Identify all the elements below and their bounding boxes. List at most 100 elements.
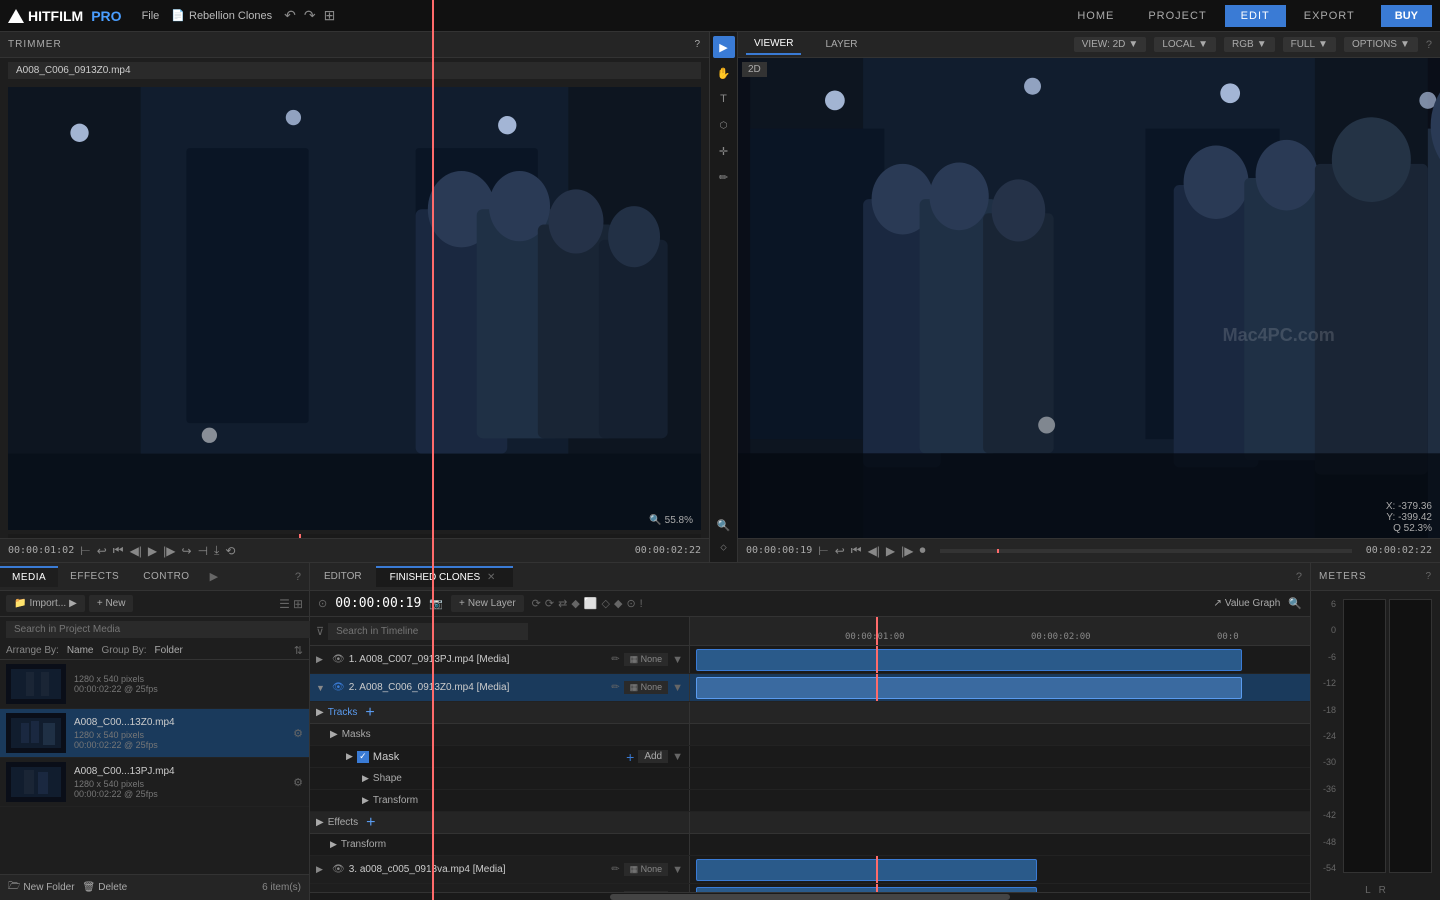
tab-project[interactable]: PROJECT	[1132, 5, 1222, 27]
tl-icon-9[interactable]: !	[640, 598, 643, 610]
trim-btn5[interactable]: ↪	[182, 544, 192, 558]
redo-btn[interactable]: ↷	[304, 7, 316, 24]
masks-expand-icon[interactable]: ▶	[330, 729, 338, 740]
tl-snap-icon[interactable]: ⊙	[318, 597, 327, 610]
list-item[interactable]: A008_C00...13PJ.mp4 1280 x 540 pixels00:…	[0, 758, 309, 807]
effects-add-icon[interactable]: +	[366, 814, 375, 832]
local-btn[interactable]: LOCAL ▼	[1154, 37, 1216, 52]
mask-add-btn[interactable]: Add	[638, 750, 668, 763]
tab-effects[interactable]: EFFECTS	[58, 567, 131, 586]
media-sort-btn[interactable]: ⇅	[294, 644, 303, 657]
vctrl-1[interactable]: ⊢	[818, 544, 828, 558]
track-blend-arrow-1[interactable]: ▼	[672, 654, 683, 666]
tab-media[interactable]: MEDIA	[0, 566, 58, 587]
track-expand-2[interactable]: ▼	[316, 683, 328, 693]
tool-zoom[interactable]: 🔍	[713, 514, 735, 536]
menu-file[interactable]: File	[142, 10, 160, 22]
track-blend-3[interactable]: ▦ None	[624, 863, 669, 876]
group-by-value[interactable]: Folder	[155, 645, 183, 656]
scrollbar-thumb-h[interactable]	[610, 894, 1010, 900]
editor-help-icon[interactable]: ?	[1296, 571, 1302, 583]
media-help-icon[interactable]: ?	[287, 571, 309, 583]
tl-icon-8[interactable]: ⊙	[626, 597, 635, 610]
trim-btn6[interactable]: ⊣	[198, 544, 208, 558]
track-clip-area-3[interactable]	[690, 856, 1310, 883]
track-effects-3[interactable]: ✏	[611, 864, 619, 875]
meters-help-icon[interactable]: ?	[1425, 571, 1432, 582]
tl-magnify-icon[interactable]: 🔍	[1288, 597, 1302, 610]
transform-expand-icon[interactable]: ▶	[362, 795, 369, 806]
trim-btn1[interactable]: ⊢	[80, 544, 90, 558]
new-folder-button[interactable]: 🗁 New Folder	[8, 879, 75, 896]
play-btn[interactable]: ▶	[148, 544, 157, 558]
vctrl-2[interactable]: ↩	[835, 544, 845, 558]
clip-bar-3[interactable]	[696, 859, 1037, 881]
options-btn[interactable]: OPTIONS ▼	[1344, 37, 1418, 52]
tool-extra[interactable]: ⬦	[713, 536, 735, 558]
tracks-expand-icon[interactable]: ▶	[316, 707, 324, 718]
track-expand-3[interactable]: ▶	[316, 864, 328, 875]
tl-icon-1[interactable]: ⟳	[532, 597, 541, 610]
import-button[interactable]: 📁 Import... ▶	[6, 595, 85, 612]
media-gear-icon[interactable]: ⚙	[293, 776, 303, 789]
track-effects-2[interactable]: ✏	[611, 682, 619, 693]
tl-icon-4[interactable]: ◆	[571, 597, 579, 610]
zoom-btn[interactable]: FULL ▼	[1283, 37, 1336, 52]
trimmer-help-icon[interactable]: ?	[694, 39, 701, 50]
tab-more-btn[interactable]: ▶	[202, 570, 226, 583]
track-blend-1[interactable]: ▦ None	[624, 653, 669, 666]
track-eye-2[interactable]: 👁	[332, 682, 345, 693]
transform-section-expand[interactable]: ▶	[330, 839, 337, 850]
editor-tab-finished-clones[interactable]: FINISHED CLONES ✕	[376, 566, 514, 587]
mask-add-arrow[interactable]: ▼	[672, 751, 683, 763]
tl-icon-6[interactable]: ◇	[602, 597, 610, 610]
media-search-input[interactable]	[6, 621, 315, 638]
new-button[interactable]: + New	[89, 595, 134, 612]
shape-expand-icon[interactable]: ▶	[362, 773, 369, 784]
play-step-fwd[interactable]: |▶	[163, 544, 175, 558]
grid-btn[interactable]: ⊞	[324, 7, 336, 24]
tab-edit[interactable]: EDIT	[1225, 5, 1286, 27]
tab-home[interactable]: HOME	[1061, 5, 1130, 27]
clip-bar-2[interactable]	[696, 677, 1242, 699]
viewer-tab-layer[interactable]: LAYER	[817, 35, 865, 54]
track-clip-area-1[interactable]	[690, 646, 1310, 673]
mask-expand-icon[interactable]: ▶	[346, 751, 353, 762]
tool-shape[interactable]: ⬡	[713, 114, 735, 136]
tool-text[interactable]: T	[713, 88, 735, 110]
arrange-by-value[interactable]: Name	[67, 645, 94, 656]
filter-icon[interactable]: ⊽	[316, 625, 324, 638]
track-clip-area-4[interactable]	[690, 884, 1310, 892]
effects-expand-icon[interactable]: ▶	[316, 817, 324, 828]
trim-btn8[interactable]: ⟲	[225, 544, 235, 558]
value-graph-button[interactable]: ↗ Value Graph	[1214, 598, 1281, 609]
track-blend-arrow-2[interactable]: ▼	[672, 682, 683, 694]
vctrl-3[interactable]: ⏮	[851, 543, 862, 558]
trim-btn3[interactable]: ⏮	[113, 543, 124, 558]
timeline-scrollbar-bottom[interactable]	[310, 892, 1310, 900]
timeline-search-input[interactable]	[328, 623, 528, 640]
play-step-back[interactable]: ◀|	[130, 544, 142, 558]
viewer-tab-viewer[interactable]: VIEWER	[746, 34, 801, 55]
tool-move[interactable]: ✛	[713, 140, 735, 162]
trim-btn7[interactable]: ⤓	[214, 543, 219, 558]
mask-add-plus[interactable]: +	[626, 749, 634, 765]
project-name-text[interactable]: Rebellion Clones	[189, 10, 272, 22]
tl-icon-7[interactable]: ◆	[614, 597, 622, 610]
track-blend-2[interactable]: ▦ None	[624, 681, 669, 694]
mask-checkbox[interactable]: ✓	[357, 751, 369, 763]
track-eye-1[interactable]: 👁	[332, 654, 345, 665]
undo-btn[interactable]: ↶	[284, 7, 296, 24]
tool-pen[interactable]: ✏	[713, 166, 735, 188]
view-mode-btn[interactable]: VIEW: 2D ▼	[1074, 37, 1147, 52]
tracks-add-icon[interactable]: +	[365, 704, 374, 722]
clip-bar-4[interactable]	[696, 887, 1037, 892]
tl-icon-2[interactable]: ⟳	[545, 597, 554, 610]
list-item[interactable]: 1280 x 540 pixels00:00:02:22 @ 25fps	[0, 660, 309, 709]
media-gear-icon[interactable]: ⚙	[293, 727, 303, 740]
viewer-help-icon[interactable]: ?	[1426, 39, 1432, 51]
vctrl-play[interactable]: ▶	[886, 544, 895, 558]
track-blend-arrow-3[interactable]: ▼	[672, 864, 683, 876]
color-mode-btn[interactable]: RGB ▼	[1224, 37, 1275, 52]
vctrl-5[interactable]: |▶	[901, 544, 913, 558]
